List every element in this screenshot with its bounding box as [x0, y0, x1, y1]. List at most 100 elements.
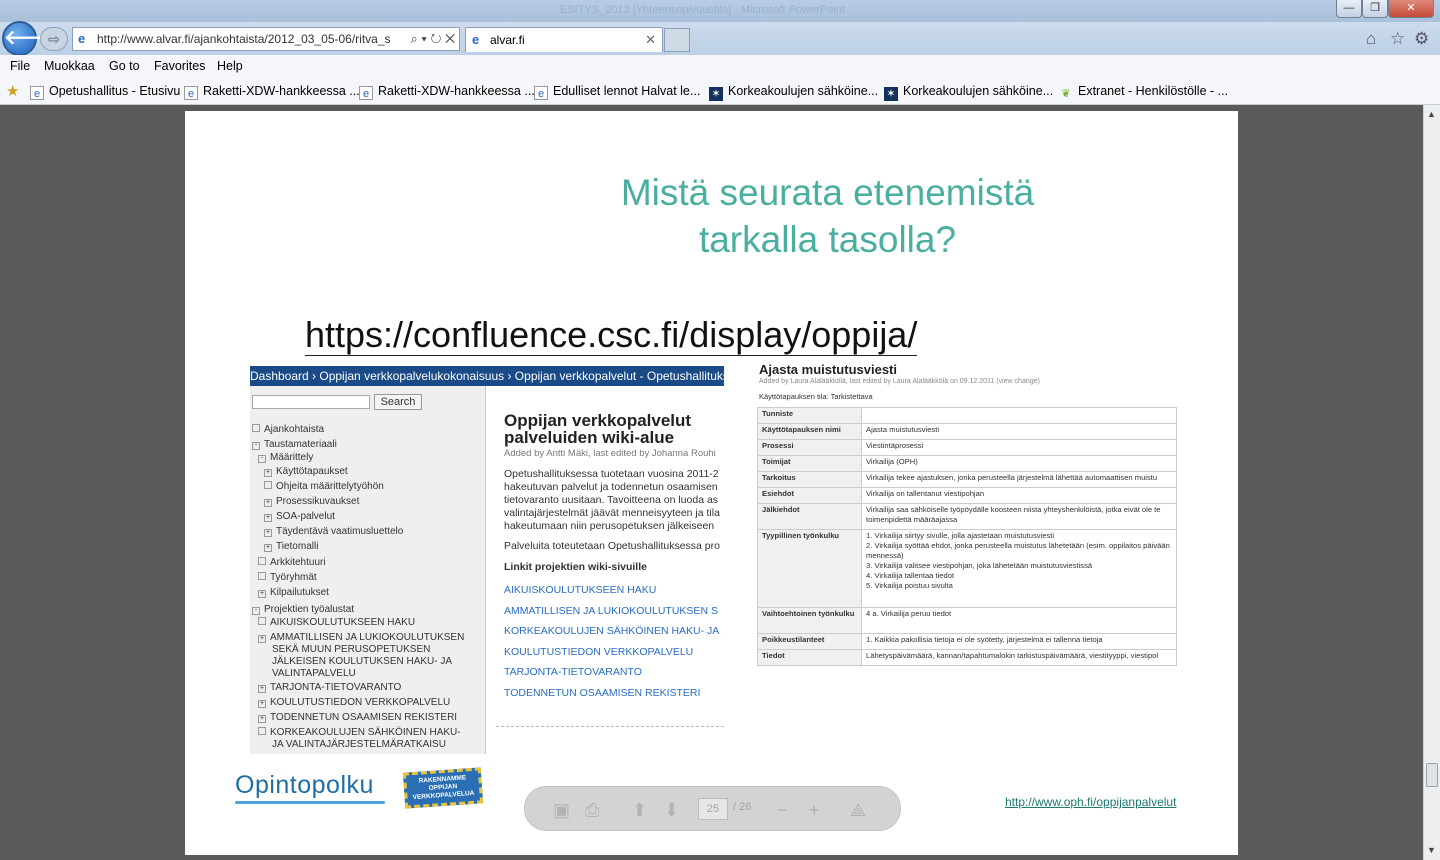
zoom-in-icon[interactable]: + — [809, 800, 820, 821]
tree-item: Ajankohtaista — [252, 424, 324, 436]
tree-item: AIKUISKOULUTUKSEEN HAKU — [258, 617, 415, 629]
favorites-star-add-icon[interactable]: ★ — [6, 82, 19, 100]
usecase-title: Ajasta muistutusviesti — [759, 362, 897, 377]
acrobat-icon[interactable]: ⟁ — [850, 800, 866, 821]
row-value — [861, 407, 1177, 424]
leaf-box-icon — [264, 481, 272, 489]
expand-icon: + — [258, 635, 266, 643]
row-value: Virkailija (OPH) — [861, 455, 1177, 472]
collapse-icon: - — [258, 455, 266, 463]
page-down-icon[interactable]: ⬇ — [664, 800, 679, 821]
new-tab-button[interactable] — [664, 28, 690, 52]
menu-file[interactable]: File — [10, 59, 30, 73]
tree-item: + TARJONTA-TIETOVARANTO — [258, 682, 402, 693]
menu-goto[interactable]: Go to — [109, 59, 140, 73]
chevron-down-icon[interactable]: ▾ — [421, 31, 426, 46]
row-value: Virkailija on tallentanut viestipohjan — [861, 487, 1177, 504]
ie-page-icon: e — [472, 32, 480, 47]
favorite-link[interactable]: ✶ Korkeakoulujen sähköine... — [709, 84, 878, 101]
home-icon[interactable]: ⌂ — [1366, 29, 1376, 49]
favorite-link[interactable]: e Edulliset lennot Halvat le... — [534, 84, 700, 100]
favorite-link[interactable]: e Raketti-XDW-hankkeessa ... — [359, 84, 535, 100]
scroll-thumb[interactable] — [1426, 763, 1438, 787]
refresh-icon[interactable]: ↻ — [431, 31, 442, 46]
tree-item: + Täydentävä vaatimusluettelo — [264, 526, 404, 537]
favorite-link[interactable]: e Raketti-XDW-hankkeessa ... — [184, 84, 360, 100]
table-row: Tarkoitus Virkailija tekee ajastuksen, jo… — [757, 471, 1177, 488]
tree-item: Arkkitehtuuri — [258, 557, 326, 569]
tree-item: + Käyttötapaukset — [264, 466, 348, 477]
row-value: 4 a. Virkailija peruu tiedot — [861, 607, 1177, 634]
save-icon[interactable]: ▣ — [553, 800, 570, 821]
wiki-link: KOULUTUSTIEDON VERKKOPALVELU — [504, 645, 694, 658]
vertical-scrollbar[interactable]: ▲ ▼ — [1423, 105, 1440, 860]
oph-link[interactable]: http://www.oph.fi/oppijanpalvelut — [1005, 795, 1176, 809]
forward-button[interactable]: ⇨ — [40, 27, 68, 51]
expand-icon: + — [264, 514, 272, 522]
wiki-link: TODENNETUN OSAAMISEN REKISTERI — [504, 686, 701, 699]
scroll-down-icon[interactable]: ▼ — [1427, 845, 1436, 855]
scroll-up-icon[interactable]: ▲ — [1427, 109, 1436, 119]
favorite-link[interactable]: ❦ Extranet - Henkilöstölle - ... — [1059, 84, 1228, 101]
row-value: Virkailija saa sähköiselle työpöydälle k… — [861, 503, 1177, 530]
expand-icon: + — [264, 544, 272, 552]
zoom-out-icon[interactable]: − — [777, 800, 788, 821]
search-icon[interactable]: ⌕ — [411, 31, 418, 46]
leaf-box-icon — [258, 617, 266, 625]
confluence-link[interactable]: https://confluence.csc.fi/display/oppija… — [305, 315, 918, 356]
maximize-button[interactable]: ❐ — [1362, 0, 1388, 18]
page-number-input[interactable]: 25 — [698, 798, 728, 820]
expand-icon: + — [264, 529, 272, 537]
usecase-screenshot: Ajasta muistutusviesti Added by Laura Al… — [757, 362, 1177, 667]
address-url: http://www.alvar.fi/ajankohtaista/2012_0… — [97, 32, 391, 46]
row-key: Prosessi — [757, 439, 862, 456]
tree-item: - Taustamateriaali — [252, 439, 337, 451]
row-key: Tiedot — [757, 649, 862, 666]
menu-favorites[interactable]: Favorites — [154, 59, 205, 73]
expand-icon: + — [258, 590, 266, 598]
search-input — [252, 395, 370, 409]
tree-item: JÄLKEISEN KOULUTUKSEN HAKU- JA — [272, 656, 453, 667]
dashed-divider — [496, 726, 724, 727]
collapse-icon: - — [252, 442, 260, 450]
collapse-icon: - — [252, 607, 260, 615]
row-value: 1. Virkailija siirtyy sivulle, jolla aja… — [861, 529, 1177, 608]
expand-icon: + — [258, 715, 266, 723]
favorites-bar: ★ e Opetushallitus - Etusivu e Raketti-XDW… — [0, 78, 1440, 105]
star-logo-icon: ✶ — [884, 87, 898, 101]
tree-item: - Projektien työalustat — [252, 604, 354, 616]
page-up-icon[interactable]: ⬆ — [632, 800, 647, 821]
close-tab-icon[interactable]: ✕ — [645, 28, 656, 52]
expand-icon: + — [258, 685, 266, 693]
print-icon[interactable]: ⎙ — [585, 800, 599, 821]
favorite-link[interactable]: e Opetushallitus - Etusivu — [30, 84, 180, 100]
wiki-body-2: Palveluita toteutetaan Opetushallitukses… — [504, 540, 720, 552]
menu-help[interactable]: Help — [217, 59, 243, 73]
usecase-status: Käyttötapauksen tila: Tarkistettava — [759, 392, 873, 401]
wiki-screenshot: Dashboard › Oppijan verkkopalvelukokonai… — [250, 366, 724, 754]
tree-item: + Kilpailutukset — [258, 587, 329, 598]
breadcrumb: Dashboard › Oppijan verkkopalvelukokonai… — [250, 366, 724, 386]
leaf-box-icon — [258, 727, 266, 735]
pdf-slide: Mistä seurata etenemistä tarkalla tasoll… — [185, 111, 1238, 855]
stop-icon[interactable]: ✕ — [445, 31, 455, 46]
favorites-star-icon[interactable]: ☆ — [1390, 29, 1405, 49]
row-key: Poikkeustilanteet — [757, 633, 862, 650]
menu-muokkaa[interactable]: Muokkaa — [44, 59, 95, 73]
star-logo-icon: ✶ — [709, 87, 723, 101]
browser-tab[interactable]: e alvar.fi ✕ — [465, 27, 663, 52]
expand-icon: + — [258, 700, 266, 708]
row-key: Tunniste — [757, 407, 862, 424]
row-key: Käyttötapauksen nimi — [757, 423, 862, 440]
row-key: Esiehdot — [757, 487, 862, 504]
wiki-tree: Search Ajankohtaista - Taustamateriaali - Mä… — [250, 386, 486, 754]
wiki-link: TARJONTA-TIETOVARANTO — [504, 666, 642, 679]
favorite-link[interactable]: ✶ Korkeakoulujen sähköine... — [884, 84, 1053, 101]
table-row: Poikkeustilanteet 1. Kaikkia pakollisia t… — [757, 633, 1177, 650]
minimize-button[interactable]: — — [1336, 0, 1362, 18]
address-bar[interactable]: e http://www.alvar.fi/ajankohtaista/2012… — [72, 27, 460, 51]
gear-icon[interactable]: ⚙ — [1414, 29, 1429, 49]
back-button[interactable]: 🡐 — [2, 21, 58, 56]
close-window-button[interactable]: ✕ — [1388, 0, 1434, 18]
leaf-icon: ❦ — [1061, 88, 1071, 100]
